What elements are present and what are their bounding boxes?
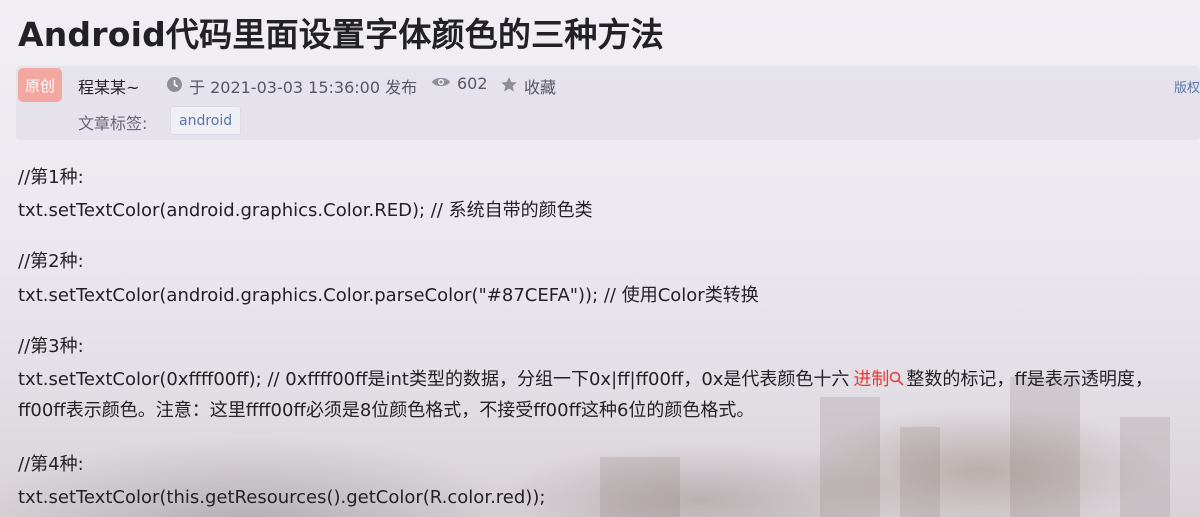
method-3-code-line-2: ff00ff表示颜色。注意：这里ffff00ff必须是8位颜色格式，不接受ff0… — [18, 400, 755, 421]
method-3-code-part-a: txt.setTextColor(0xffff00ff); // 0xffff0… — [18, 369, 850, 390]
search-icon — [889, 368, 904, 394]
method-1-code: txt.setTextColor(android.graphics.Color.… — [18, 200, 593, 221]
tags-label: 文章标签: — [78, 114, 148, 133]
method-4-label: //第4种: — [18, 454, 84, 475]
copyright-link[interactable]: 版权 — [1174, 77, 1200, 96]
method-4-code: txt.setTextColor(this.getResources().get… — [18, 487, 546, 508]
original-badge: 原创 — [18, 68, 62, 102]
method-3-code-part-b: 整数的标记，ff是表示透明度， — [906, 369, 1153, 390]
clock-icon — [166, 76, 183, 97]
author-link[interactable]: 程某某~ — [78, 74, 139, 98]
keyword-link-text: 进制 — [853, 369, 890, 390]
method-3-code-line-1: txt.setTextColor(0xffff00ff); // 0xffff0… — [18, 367, 1153, 394]
star-icon — [500, 76, 518, 97]
method-2-label: //第2种: — [18, 251, 84, 272]
collect-label: 收藏 — [524, 78, 557, 97]
view-count-text: 602 — [457, 74, 488, 93]
eye-icon — [431, 74, 451, 93]
publish-date: 于 2021-03-03 15:36:00 发布 — [166, 74, 417, 98]
method-2-code: txt.setTextColor(android.graphics.Color.… — [18, 285, 759, 306]
publish-date-text: 于 2021-03-03 15:36:00 发布 — [189, 78, 418, 97]
method-3-label: //第3种: — [18, 336, 84, 357]
method-1-label: //第1种: — [18, 167, 84, 188]
collect-button[interactable]: 收藏 — [500, 74, 556, 98]
view-count: 602 — [431, 74, 488, 93]
article-title: Android代码里面设置字体颜色的三种方法 — [18, 15, 664, 54]
tag-android[interactable]: android — [170, 106, 242, 135]
keyword-link[interactable]: 进制 — [853, 369, 906, 390]
